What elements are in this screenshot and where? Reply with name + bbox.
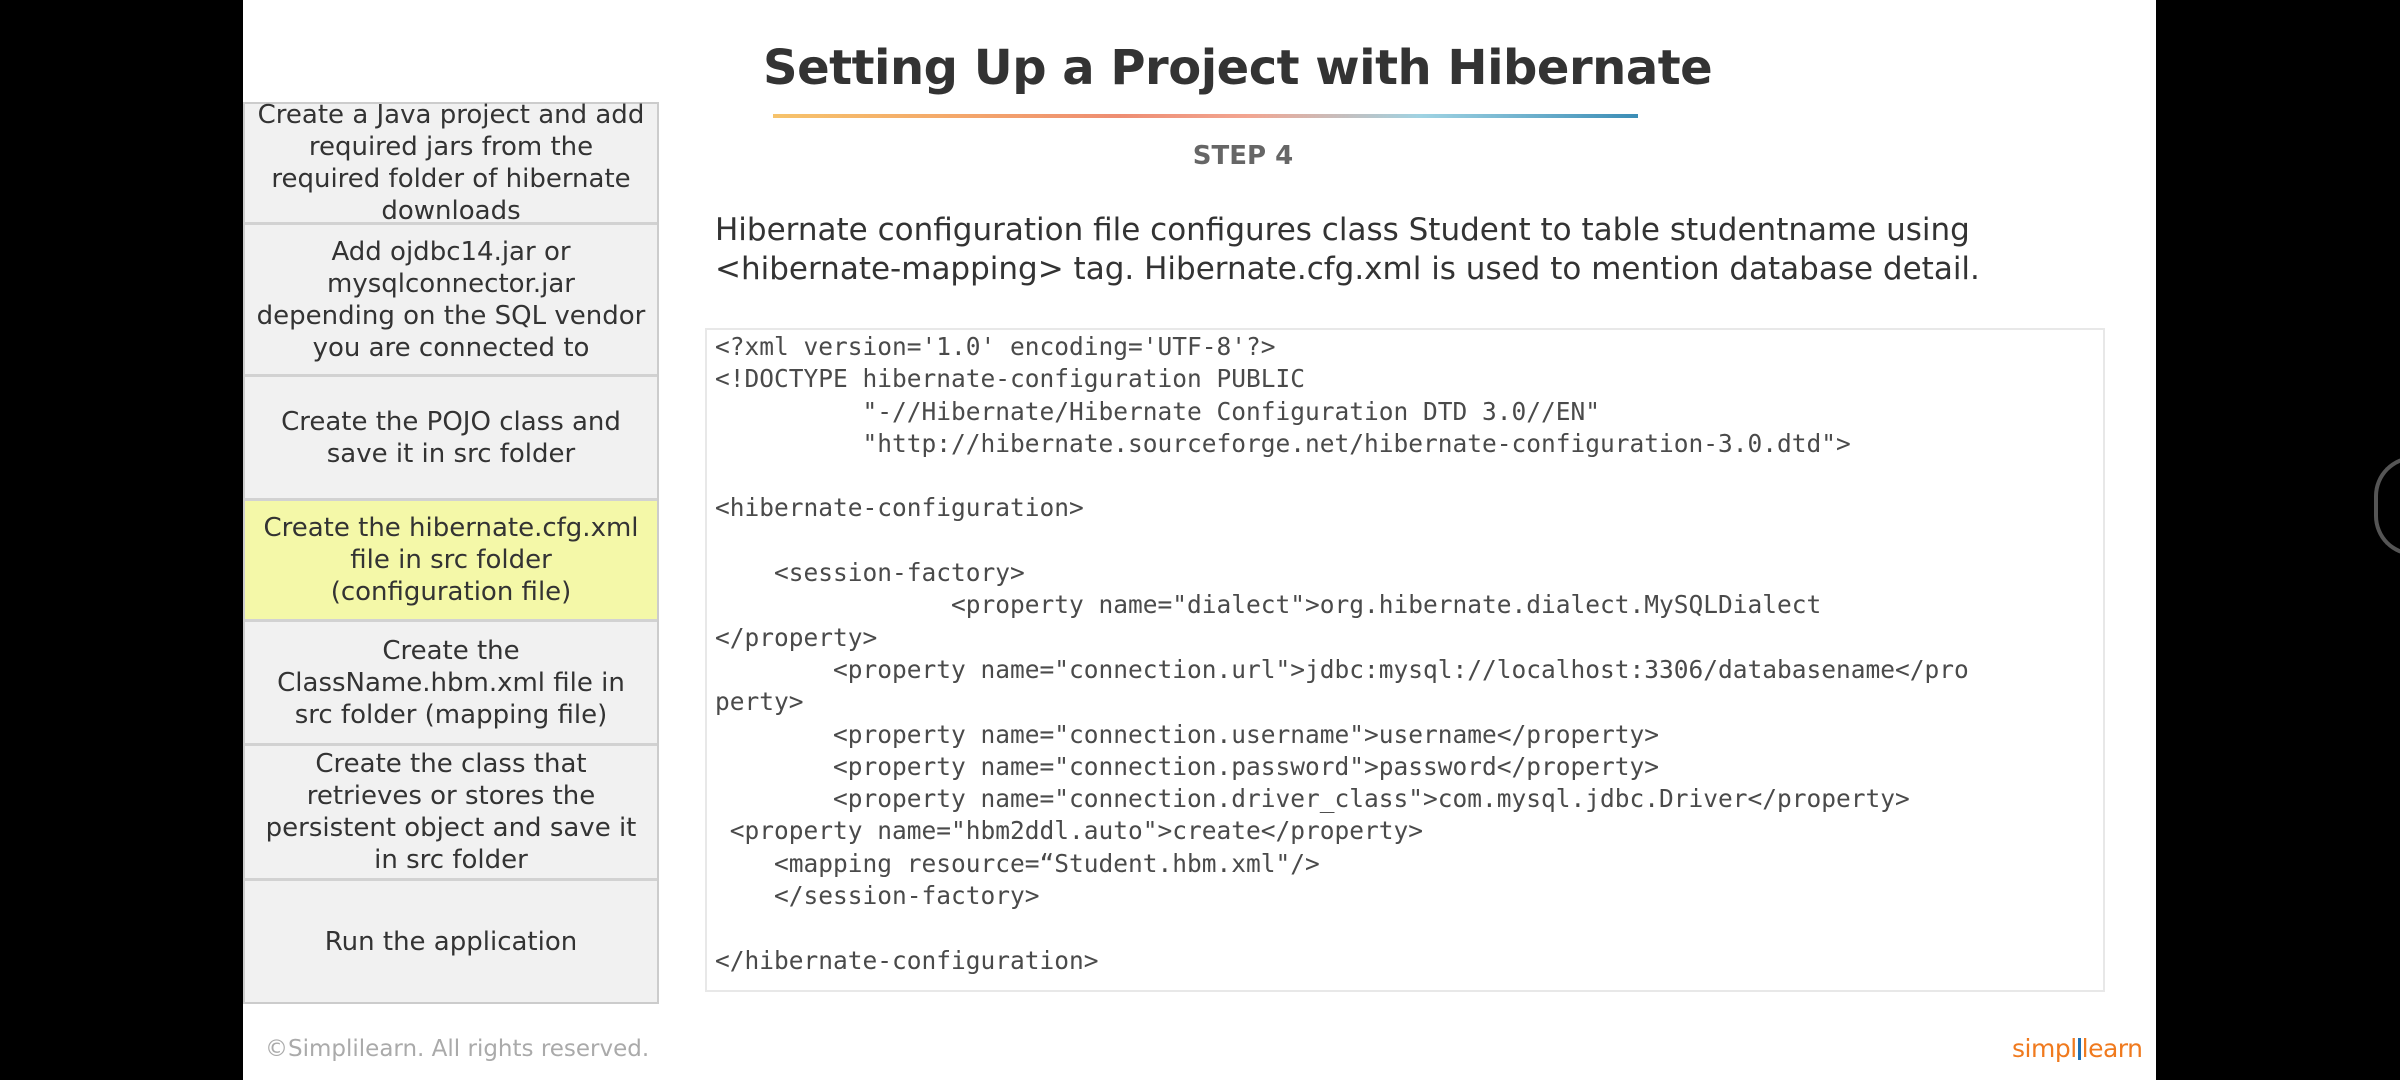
code-line: <property name="connection.password">pas…: [715, 751, 1660, 781]
description-text: Hibernate configuration file configures …: [715, 212, 1980, 287]
brand-logo: simpl learn: [2012, 1034, 2143, 1063]
brand-bar-icon: [2077, 1038, 2081, 1060]
code-line: <property name="hbm2ddl.auto">create</pr…: [715, 816, 1424, 846]
code-line: perty>: [715, 687, 804, 717]
step-item[interactable]: Create the POJO class and save it in src…: [245, 377, 657, 501]
code-line: <property name="connection.username">use…: [715, 719, 1660, 749]
title-underline: [773, 114, 1638, 118]
code-line: <property name="connection.url">jdbc:mys…: [715, 654, 1969, 684]
brand-text-left: simpl: [2012, 1034, 2077, 1063]
code-line: <property name="connection.driver_class"…: [715, 784, 1910, 814]
step-item[interactable]: Run the application: [245, 881, 657, 1002]
step-item[interactable]: Create the hibernate.cfg.xml file in src…: [245, 501, 657, 622]
code-line: <!DOCTYPE hibernate-configuration PUBLIC: [715, 364, 1306, 394]
code-line: </session-factory>: [715, 881, 1040, 911]
code-line: <property name="dialect">org.hibernate.d…: [715, 590, 1822, 620]
brand-text-right: learn: [2081, 1034, 2143, 1063]
code-line: <session-factory>: [715, 558, 1025, 588]
code-line: </hibernate-configuration>: [715, 945, 1099, 975]
step-item[interactable]: Add ojdbc14.jar or mysqlconnector.jar de…: [245, 225, 657, 377]
code-block: <?xml version='1.0' encoding='UTF-8'?> <!…: [715, 331, 2105, 977]
step-item[interactable]: Create the ClassName.hbm.xml file in src…: [245, 622, 657, 746]
step-item[interactable]: Create a Java project and add required j…: [245, 100, 657, 226]
copyright-text: ©Simplilearn. All rights reserved.: [265, 1036, 650, 1062]
step-item[interactable]: Create the class that retrieves or store…: [245, 746, 657, 881]
slide-title: Setting Up a Project with Hibernate: [763, 40, 1713, 96]
edge-handle-icon[interactable]: [2374, 456, 2400, 556]
steps-sidebar: Create a Java project and add required j…: [243, 100, 659, 1004]
code-line: <hibernate-configuration>: [715, 493, 1084, 523]
slide: Create a Java project and add required j…: [243, 0, 2156, 1080]
code-line: </property>: [715, 622, 878, 652]
code-line: "http://hibernate.sourceforge.net/hibern…: [715, 428, 1851, 458]
code-line: "-//Hibernate/Hibernate Configuration DT…: [715, 396, 1601, 426]
step-label: STEP 4: [1192, 141, 1294, 171]
code-line: <?xml version='1.0' encoding='UTF-8'?>: [715, 332, 1276, 361]
code-line: <mapping resource=“Student.hbm.xml"/>: [715, 848, 1320, 878]
